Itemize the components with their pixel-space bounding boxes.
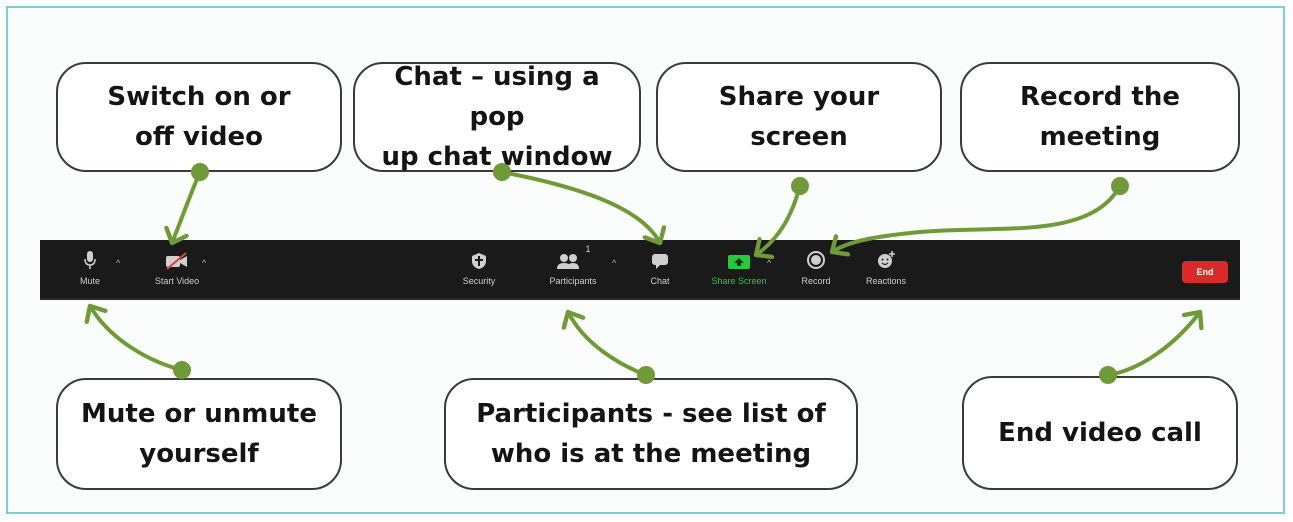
mute-options-caret-icon[interactable]: ^ <box>116 258 120 268</box>
meeting-toolbar: Mute ^ Start Video ^ Security 1 Particip… <box>40 240 1240 300</box>
callout-record-line2: meeting <box>1039 122 1161 152</box>
microphone-icon <box>83 240 97 270</box>
callout-participants: Participants - see list of who is at the… <box>444 378 858 490</box>
video-options-caret-icon[interactable]: ^ <box>202 258 206 268</box>
mute-button[interactable]: Mute <box>70 240 110 298</box>
shield-icon <box>471 240 487 270</box>
participants-icon: 1 <box>555 240 591 270</box>
reactions-label: Reactions <box>865 276 907 286</box>
share-screen-label: Share Screen <box>711 276 767 286</box>
start-video-label: Start Video <box>154 276 200 286</box>
callout-video-line1: Switch on or <box>107 82 291 112</box>
callout-participants-line2: who is at the meeting <box>490 439 812 469</box>
share-options-caret-icon[interactable]: ^ <box>767 258 771 268</box>
record-icon <box>806 240 826 270</box>
reactions-button[interactable]: Reactions <box>858 240 914 298</box>
callout-chat-line1: Chat – using a pop <box>394 62 600 132</box>
chat-bubble-icon <box>651 240 669 270</box>
share-screen-button[interactable]: Share Screen <box>704 240 774 298</box>
video-off-icon <box>164 240 190 270</box>
record-label: Record <box>801 276 831 286</box>
share-screen-icon <box>727 240 751 270</box>
callout-participants-line1: Participants - see list of <box>476 399 826 429</box>
callout-mute: Mute or unmute yourself <box>56 378 342 490</box>
callout-record-line1: Record the <box>1020 82 1180 112</box>
callout-chat-line2: up chat window <box>381 142 613 172</box>
callout-share-line2: screen <box>750 122 848 152</box>
callout-share-line1: Share your <box>718 82 880 112</box>
security-label: Security <box>462 276 496 286</box>
callout-record: Record the meeting <box>960 62 1240 172</box>
reactions-icon <box>876 240 896 270</box>
callout-share: Share your screen <box>656 62 942 172</box>
security-button[interactable]: Security <box>454 240 504 298</box>
mute-label: Mute <box>79 276 100 286</box>
callout-mute-line1: Mute or unmute <box>81 399 317 429</box>
participants-options-caret-icon[interactable]: ^ <box>612 258 616 268</box>
record-button[interactable]: Record <box>796 240 836 298</box>
callout-chat: Chat – using a pop up chat window <box>353 62 641 172</box>
chat-button[interactable]: Chat <box>640 240 680 298</box>
callout-video-line2: off video <box>135 122 263 152</box>
participants-label: Participants <box>549 276 597 286</box>
participants-button[interactable]: 1 Participants <box>538 240 608 298</box>
participants-count: 1 <box>585 244 591 254</box>
chat-label: Chat <box>650 276 670 286</box>
end-meeting-button[interactable]: End <box>1182 261 1228 283</box>
callout-video: Switch on or off video <box>56 62 342 172</box>
callout-end: End video call <box>962 376 1238 490</box>
start-video-button[interactable]: Start Video <box>144 240 210 298</box>
callout-end-line1: End video call <box>998 418 1202 448</box>
callout-mute-line2: yourself <box>139 439 259 469</box>
